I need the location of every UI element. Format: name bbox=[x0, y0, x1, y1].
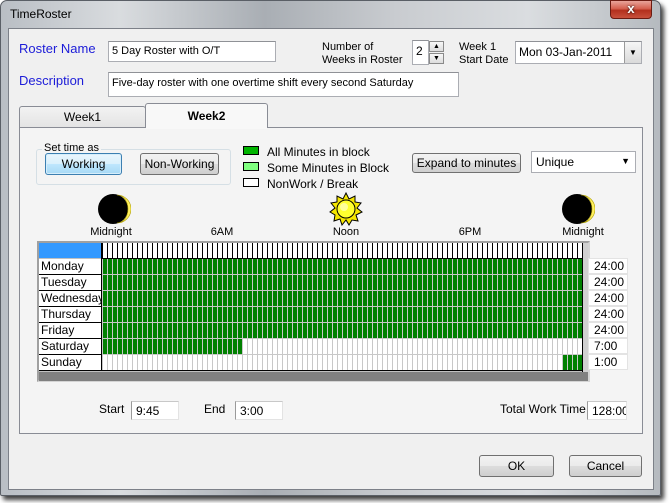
legend-label-all: All Minutes in block bbox=[267, 145, 370, 159]
day-row-tuesday bbox=[102, 275, 583, 291]
day-row-thursday bbox=[102, 307, 583, 323]
legend-swatch-nonwork bbox=[243, 178, 259, 187]
grid-cells[interactable] bbox=[102, 259, 583, 371]
start-time-field[interactable]: 9:45 bbox=[131, 401, 179, 420]
day-label-monday[interactable]: Monday bbox=[39, 259, 103, 275]
expand-to-minutes-button[interactable]: Expand to minutes bbox=[412, 153, 521, 173]
total-work-time-field: 128:00 bbox=[587, 401, 627, 420]
day-label-wednesday[interactable]: Wednesday bbox=[39, 291, 104, 307]
day-label-sunday[interactable]: Sunday bbox=[39, 355, 103, 371]
mode-select-value: Unique bbox=[536, 155, 575, 169]
close-button[interactable]: x bbox=[610, 0, 652, 19]
sun-icon bbox=[329, 192, 363, 226]
day-total-monday: 24:00 bbox=[588, 258, 628, 274]
day-label-tuesday[interactable]: Tuesday bbox=[39, 275, 103, 291]
start-date-dropdown-button[interactable]: ▼ bbox=[624, 42, 641, 63]
timeline-label-6am: 6AM bbox=[210, 226, 234, 238]
day-total-thursday: 24:00 bbox=[588, 306, 628, 322]
day-label-saturday[interactable]: Saturday bbox=[39, 339, 103, 355]
start-date-combo[interactable]: Mon 03-Jan-2011 bbox=[515, 41, 642, 64]
day-row-saturday bbox=[102, 339, 583, 355]
weeks-label-line2: Weeks in Roster bbox=[322, 54, 403, 66]
day-row-sunday bbox=[102, 355, 583, 371]
tab-week1[interactable]: Week1 bbox=[19, 106, 146, 128]
start-date-label-line2: Start Date bbox=[459, 54, 509, 66]
day-label-friday[interactable]: Friday bbox=[39, 323, 103, 339]
day-total-sunday: 1:00 bbox=[588, 354, 628, 370]
start-date-value: Mon 03-Jan-2011 bbox=[519, 45, 613, 59]
timeline-label-midnight-end: Midnight bbox=[562, 226, 604, 238]
legend-label-some: Some Minutes in Block bbox=[267, 161, 390, 175]
non-working-button[interactable]: Non-Working bbox=[140, 153, 219, 175]
day-label-thursday[interactable]: Thursday bbox=[39, 307, 103, 323]
timeline-label-midnight-start: Midnight bbox=[90, 226, 132, 238]
roster-name-input[interactable]: 5 Day Roster with O/T bbox=[108, 41, 276, 62]
day-row-monday bbox=[102, 259, 583, 275]
start-date-label-line1: Week 1 bbox=[459, 41, 497, 53]
day-row-wednesday bbox=[102, 291, 583, 307]
close-icon: x bbox=[627, 1, 635, 16]
arrow-down-icon: ▼ bbox=[433, 55, 440, 62]
day-row-friday bbox=[102, 323, 583, 339]
working-button[interactable]: Working bbox=[45, 153, 122, 175]
window-title: TimeRoster bbox=[10, 7, 72, 21]
arrow-up-icon: ▲ bbox=[433, 43, 440, 50]
description-label: Description bbox=[19, 73, 85, 88]
weeks-spin-up-button[interactable]: ▲ bbox=[429, 41, 444, 52]
timeline-label-6pm: 6PM bbox=[458, 226, 482, 238]
mode-select[interactable]: Unique ▼ bbox=[531, 151, 636, 173]
day-total-saturday: 7:00 bbox=[588, 338, 628, 354]
legend-swatch-some bbox=[243, 162, 259, 171]
chevron-down-icon: ▼ bbox=[629, 48, 637, 57]
timeline-label-noon: Noon bbox=[332, 226, 360, 238]
tab-join bbox=[146, 127, 267, 129]
moon-icon bbox=[98, 194, 131, 224]
day-total-tuesday: 24:00 bbox=[588, 274, 628, 290]
weeks-spin-down-button[interactable]: ▼ bbox=[429, 53, 444, 64]
end-label: End bbox=[204, 402, 226, 416]
grid-day-column: Monday Tuesday Wednesday Thursday Friday Satu… bbox=[39, 259, 104, 371]
end-time-field[interactable]: 3:00 bbox=[235, 401, 283, 420]
moon-icon bbox=[562, 194, 595, 224]
total-work-time-label: Total Work Time bbox=[500, 402, 586, 416]
weeks-label-line1: Number of bbox=[322, 41, 374, 53]
day-total-wednesday: 24:00 bbox=[588, 290, 628, 306]
grid-time-header[interactable] bbox=[102, 243, 582, 259]
chevron-down-icon: ▼ bbox=[621, 156, 630, 166]
roster-name-label: Roster Name bbox=[19, 41, 96, 56]
cancel-button[interactable]: Cancel bbox=[569, 455, 642, 477]
description-input[interactable]: Five-day roster with one overtime shift … bbox=[108, 72, 459, 97]
day-total-friday: 24:00 bbox=[588, 322, 628, 338]
legend-swatch-all bbox=[243, 146, 259, 155]
legend-label-nonwork: NonWork / Break bbox=[267, 177, 359, 191]
tab-week2[interactable]: Week2 bbox=[145, 103, 268, 128]
ok-button[interactable]: OK bbox=[479, 455, 554, 477]
weeks-input[interactable]: 2 bbox=[412, 40, 429, 65]
grid-horizontal-scrollbar[interactable] bbox=[39, 372, 588, 381]
grid-corner-header[interactable] bbox=[39, 243, 101, 258]
start-label: Start bbox=[99, 402, 125, 416]
